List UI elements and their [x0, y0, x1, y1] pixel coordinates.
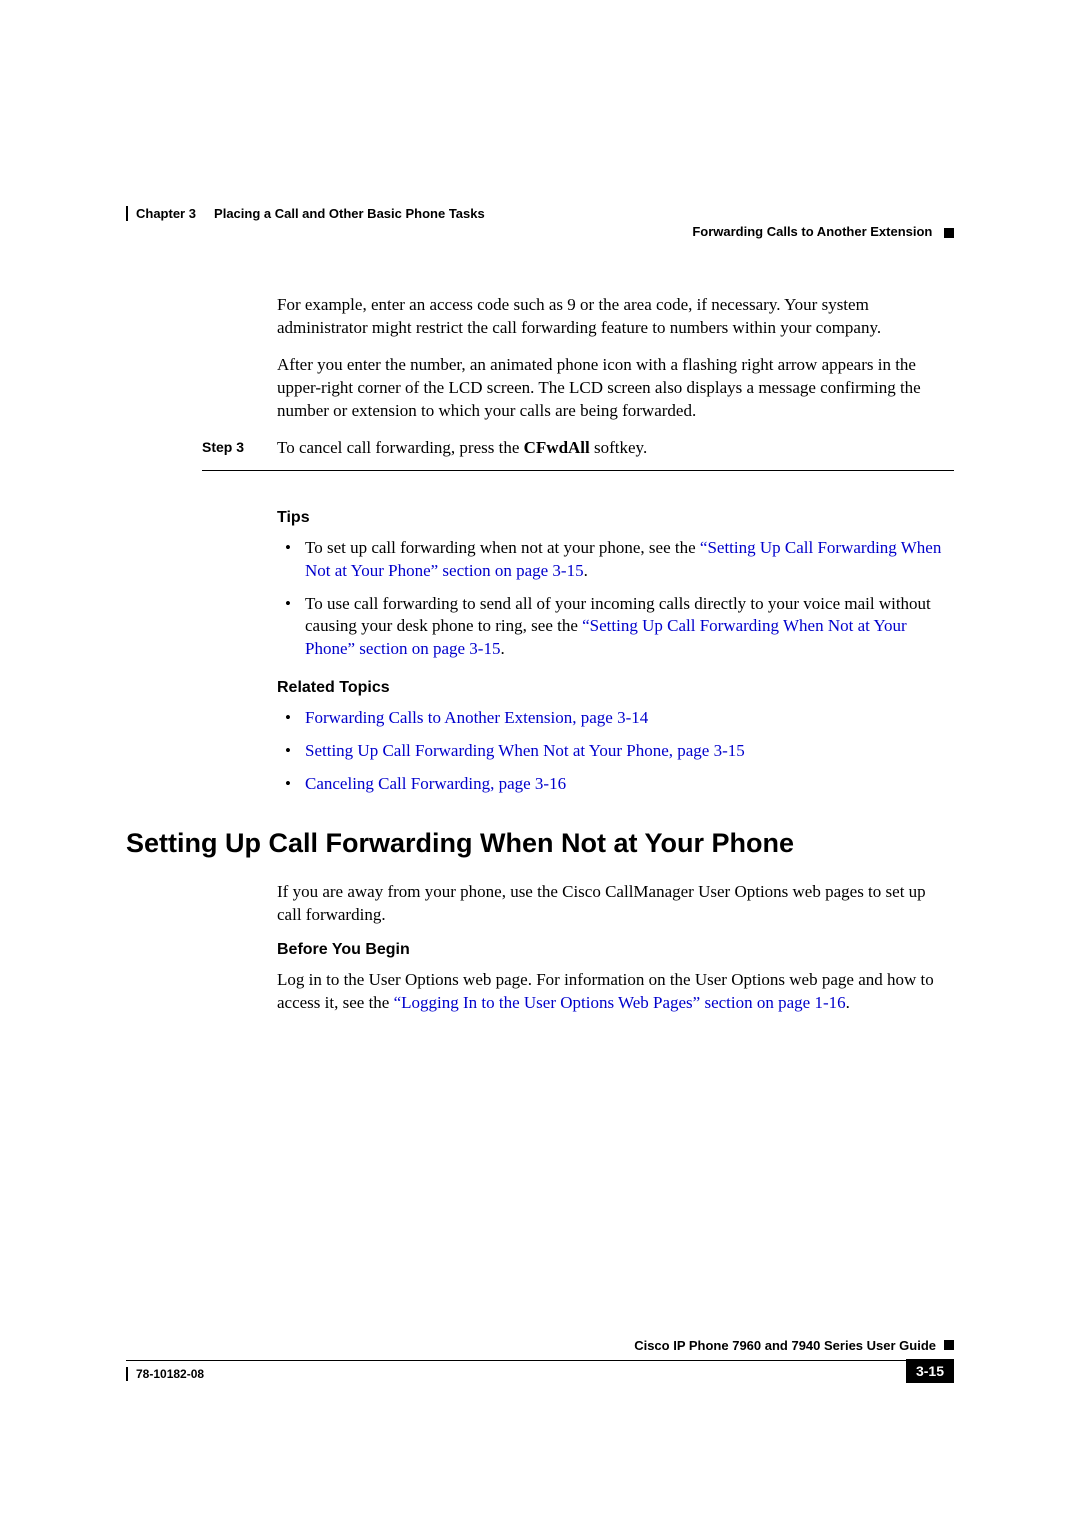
page-footer: Cisco IP Phone 7960 and 7940 Series User… [126, 1338, 954, 1388]
tips-heading: Tips [277, 509, 954, 527]
tip-text-post: . [584, 561, 588, 580]
chapter-number: Chapter 3 [136, 206, 196, 221]
body-paragraph: For example, enter an access code such a… [277, 294, 954, 340]
paragraph-text-post: . [846, 993, 850, 1012]
body-paragraph: If you are away from your phone, use the… [277, 881, 954, 927]
list-item: To use call forwarding to send all of yo… [277, 593, 954, 662]
related-topics-heading: Related Topics [277, 679, 954, 697]
xref-link[interactable]: Setting Up Call Forwarding When Not at Y… [305, 741, 745, 760]
xref-link[interactable]: Canceling Call Forwarding, page 3-16 [305, 774, 566, 793]
list-item: Canceling Call Forwarding, page 3-16 [277, 773, 954, 796]
page-number: 3-15 [906, 1359, 954, 1383]
section-header: Forwarding Calls to Another Extension [692, 224, 954, 239]
footer-square-icon [944, 1340, 954, 1350]
section-heading: Setting Up Call Forwarding When Not at Y… [126, 828, 954, 859]
running-header: Chapter 3 Placing a Call and Other Basic… [126, 206, 954, 221]
header-square-icon [944, 228, 954, 238]
body-paragraph: After you enter the number, an animated … [277, 354, 954, 423]
list-item: To set up call forwarding when not at yo… [277, 537, 954, 583]
chapter-title: Placing a Call and Other Basic Phone Tas… [214, 206, 485, 221]
tip-text: To set up call forwarding when not at yo… [305, 538, 700, 557]
guide-title: Cisco IP Phone 7960 and 7940 Series User… [634, 1338, 936, 1353]
xref-link[interactable]: “Logging In to the User Options Web Page… [394, 993, 846, 1012]
before-begin-heading: Before You Begin [277, 941, 954, 959]
tips-list: To set up call forwarding when not at yo… [277, 537, 954, 662]
softkey-name: CFwdAll [524, 438, 590, 457]
document-number: 78-10182-08 [126, 1367, 204, 1381]
list-item: Setting Up Call Forwarding When Not at Y… [277, 740, 954, 763]
xref-link[interactable]: Forwarding Calls to Another Extension, p… [305, 708, 648, 727]
related-topics-list: Forwarding Calls to Another Extension, p… [277, 707, 954, 796]
body-paragraph: Log in to the User Options web page. For… [277, 969, 954, 1015]
tip-text-post: . [500, 639, 504, 658]
list-item: Forwarding Calls to Another Extension, p… [277, 707, 954, 730]
section-title: Forwarding Calls to Another Extension [692, 224, 932, 239]
chapter-header: Chapter 3 Placing a Call and Other Basic… [126, 206, 954, 221]
step-text-pre: To cancel call forwarding, press the [277, 438, 524, 457]
procedure-step: Step 3 To cancel call forwarding, press … [126, 437, 954, 460]
step-text-post: softkey. [590, 438, 647, 457]
step-text: To cancel call forwarding, press the CFw… [277, 437, 954, 460]
step-number: Step 3 [126, 437, 277, 455]
